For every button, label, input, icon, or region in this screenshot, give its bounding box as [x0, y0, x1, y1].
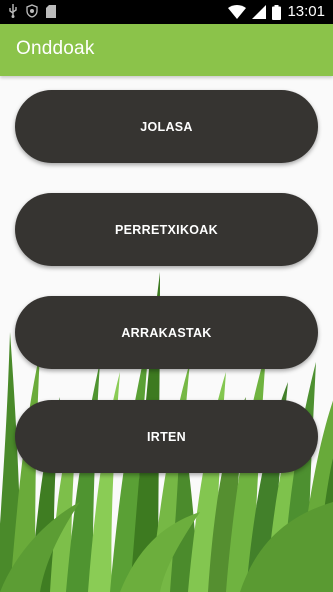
main-content: JOLASA PERRETXIKOAK ARRAKASTAK IRTEN	[0, 76, 333, 592]
battery-icon	[272, 4, 282, 20]
status-left-icons	[8, 4, 56, 18]
status-right-icons: 13:01	[228, 3, 325, 21]
usb-icon	[9, 4, 17, 18]
status-time: 13:01	[287, 3, 325, 20]
signal-icon	[252, 5, 267, 19]
shield-icon	[26, 4, 38, 18]
wifi-icon	[228, 5, 247, 19]
status-bar: 13:01	[0, 0, 333, 24]
irten-button[interactable]: IRTEN	[15, 400, 318, 473]
app-title: Onddoak	[16, 38, 95, 59]
perretxikoak-button[interactable]: PERRETXIKOAK	[15, 193, 318, 266]
arrakastak-button[interactable]: ARRAKASTAK	[15, 296, 318, 369]
sd-card-icon	[46, 4, 56, 18]
app-bar: Onddoak	[0, 24, 333, 76]
jolasa-button[interactable]: JOLASA	[15, 90, 318, 163]
